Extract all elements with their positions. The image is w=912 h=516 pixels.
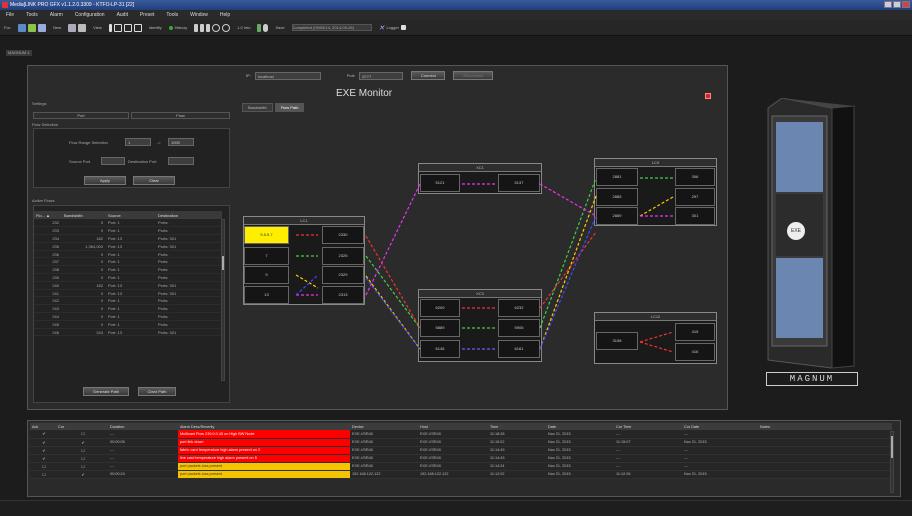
alarm-device-cell: EXE-VSR40 [350, 454, 418, 463]
path-line-green [296, 177, 673, 329]
col-time-header[interactable]: Time [488, 423, 546, 430]
alarm-time-cell: 11:12:02 [488, 470, 546, 479]
alarm-row[interactable]: ☐ ✔ 00:00:24 port packets loss present 192.1… [30, 470, 892, 479]
alarm-device-cell: 192.168.122.122 [350, 470, 418, 479]
alarm-date-cell: Nov 21, 2015 [546, 454, 614, 463]
alarm-cor-date-cell: --- [682, 430, 758, 439]
alarm-ack-cell[interactable]: ✔ [30, 438, 56, 447]
alarm-date-cell: Nov 21, 2015 [546, 438, 614, 447]
col-host-header[interactable]: Host [418, 423, 488, 430]
alarm-cor-time-cell: 11:12:26 [614, 470, 682, 479]
alarm-desc-cell: port link down [178, 438, 350, 447]
alarm-time-cell: 11:15:02 [488, 438, 546, 447]
path-line-magenta [296, 183, 673, 296]
alarm-ack-cell[interactable]: ✔ [30, 430, 56, 439]
alarm-cor-date-cell: --- [682, 454, 758, 463]
alarm-cor-cell[interactable]: ☐ [56, 430, 108, 439]
alarm-row[interactable]: ✔ ☐ --- fabric card temperature high alarm … [30, 446, 892, 455]
status-bar [0, 500, 912, 516]
alarms-panel: Ack Cor Duration Alarm Desc/Severity Dev… [27, 420, 901, 497]
alarm-time-cell: 11:18:28 [488, 430, 546, 439]
col-alarm-desc-header[interactable]: Alarm Desc/Severity [178, 423, 350, 430]
path-line-red [296, 231, 674, 353]
alarm-cor-time-cell: --- [614, 462, 682, 471]
alarm-duration-cell: --- [108, 462, 178, 471]
alarm-notes-cell [758, 430, 892, 439]
alarm-date-cell: Nov 21, 2015 [546, 446, 614, 455]
alarm-row[interactable]: ✔ ✔ 00:00:05 port link down EXE-VSR40 EXE-VSR… [30, 438, 892, 447]
alarm-cor-time-cell: --- [614, 454, 682, 463]
exe-badge: EXE [787, 222, 805, 240]
path-line-yellow [295, 195, 674, 350]
alarm-host-cell: EXE-VSR40 [418, 430, 488, 439]
alarms-scrollbar[interactable] [890, 431, 894, 493]
col-device-header[interactable]: Device [350, 423, 418, 430]
col-notes-header[interactable]: Notes [758, 423, 892, 430]
alarm-duration-cell: --- [108, 454, 178, 463]
alarm-row[interactable]: ✔ ☐ --- Multicast Flow 239.0.0.45 on High B… [30, 430, 892, 439]
alarm-ack-cell[interactable]: ✔ [30, 446, 56, 455]
alarm-device-cell: EXE-VSR40 [350, 430, 418, 439]
alarm-cor-date-cell: Nov 21, 2015 [682, 438, 758, 447]
alarm-cor-date-cell: --- [682, 462, 758, 471]
alarm-ack-cell[interactable]: ☐ [30, 470, 56, 479]
alarm-desc-cell: port packets loss present [178, 462, 350, 471]
app-window: { "window": {"title": "Media[LINK PRO GF… [0, 0, 912, 516]
alarm-cor-date-cell: Nov 21, 2015 [682, 470, 758, 479]
cabinet-illustration [767, 97, 855, 369]
alarm-cor-time-cell: 11:15:07 [614, 438, 682, 447]
alarm-host-cell: EXE-VSR40 [418, 438, 488, 447]
alarm-duration-cell: 00:00:24 [108, 470, 178, 479]
alarm-row[interactable]: ✔ ☐ --- line card temperature high alarm pr… [30, 454, 892, 463]
alarm-cor-cell[interactable]: ☐ [56, 462, 108, 471]
col-cor-time-header[interactable]: Cor Time [614, 423, 682, 430]
alarm-cor-time-cell: --- [614, 446, 682, 455]
alarm-duration-cell: 00:00:05 [108, 438, 178, 447]
alarm-date-cell: Nov 21, 2015 [546, 470, 614, 479]
path-line-blue [295, 215, 597, 350]
alarm-cor-cell[interactable]: ☐ [56, 454, 108, 463]
magnum-logo: MAGNUM [766, 372, 858, 386]
alarm-notes-cell [758, 454, 892, 463]
alarm-notes-cell [758, 462, 892, 471]
col-date-header[interactable]: Date [546, 423, 614, 430]
alarm-device-cell: EXE-VSR40 [350, 438, 418, 447]
alarm-ack-cell[interactable]: ✔ [30, 454, 56, 463]
alarm-host-cell: EXE-VSR40 [418, 446, 488, 455]
alarm-row[interactable]: ☐ ☐ --- port packets loss present EXE-VSR40 E… [30, 462, 892, 471]
alarm-desc-cell: port packets loss present [178, 470, 350, 479]
alarms-header-row: Ack Cor Duration Alarm Desc/Severity Dev… [30, 423, 892, 430]
alarm-ack-cell[interactable]: ☐ [30, 462, 56, 471]
alarm-date-cell: Nov 21, 2015 [546, 430, 614, 439]
alarm-device-cell: EXE-VSR40 [350, 462, 418, 471]
alarm-desc-cell: fabric card temperature high alarm prese… [178, 446, 350, 455]
alarm-desc-cell: line card temperature high alarm present… [178, 454, 350, 463]
alarm-duration-cell: --- [108, 430, 178, 439]
alarm-cor-cell[interactable]: ☐ [56, 446, 108, 455]
alarm-time-cell: 11:14:49 [488, 446, 546, 455]
alarm-date-cell: Nov 21, 2015 [546, 462, 614, 471]
alarm-device-cell: EXE-VSR40 [350, 446, 418, 455]
alarm-host-cell: 192.168.122.122 [418, 470, 488, 479]
col-ack-header[interactable]: Ack [30, 423, 56, 430]
alarm-cor-cell[interactable]: ✔ [56, 470, 108, 479]
col-cor-date-header[interactable]: Cor Date [682, 423, 758, 430]
alarms-scroll-thumb[interactable] [891, 436, 893, 458]
alarm-host-cell: EXE-VSR40 [418, 462, 488, 471]
col-cor-header[interactable]: Cor [56, 423, 108, 430]
alarm-cor-date-cell: --- [682, 446, 758, 455]
alarm-notes-cell [758, 438, 892, 447]
alarm-host-cell: EXE-VSR40 [418, 454, 488, 463]
alarm-duration-cell: --- [108, 446, 178, 455]
alarm-time-cell: 11:14:43 [488, 454, 546, 463]
alarm-time-cell: 11:14:24 [488, 462, 546, 471]
alarm-cor-cell[interactable]: ✔ [56, 438, 108, 447]
col-duration-header[interactable]: Duration [108, 423, 178, 430]
alarm-desc-cell: Multicast Flow 239.0.0.45 on High BW Nod… [178, 430, 350, 439]
alarm-cor-time-cell: --- [614, 430, 682, 439]
alarm-notes-cell [758, 446, 892, 455]
magnum-cabinet-image: EXE [762, 97, 860, 375]
alarms-table: Ack Cor Duration Alarm Desc/Severity Dev… [30, 423, 892, 479]
alarm-notes-cell [758, 470, 892, 479]
